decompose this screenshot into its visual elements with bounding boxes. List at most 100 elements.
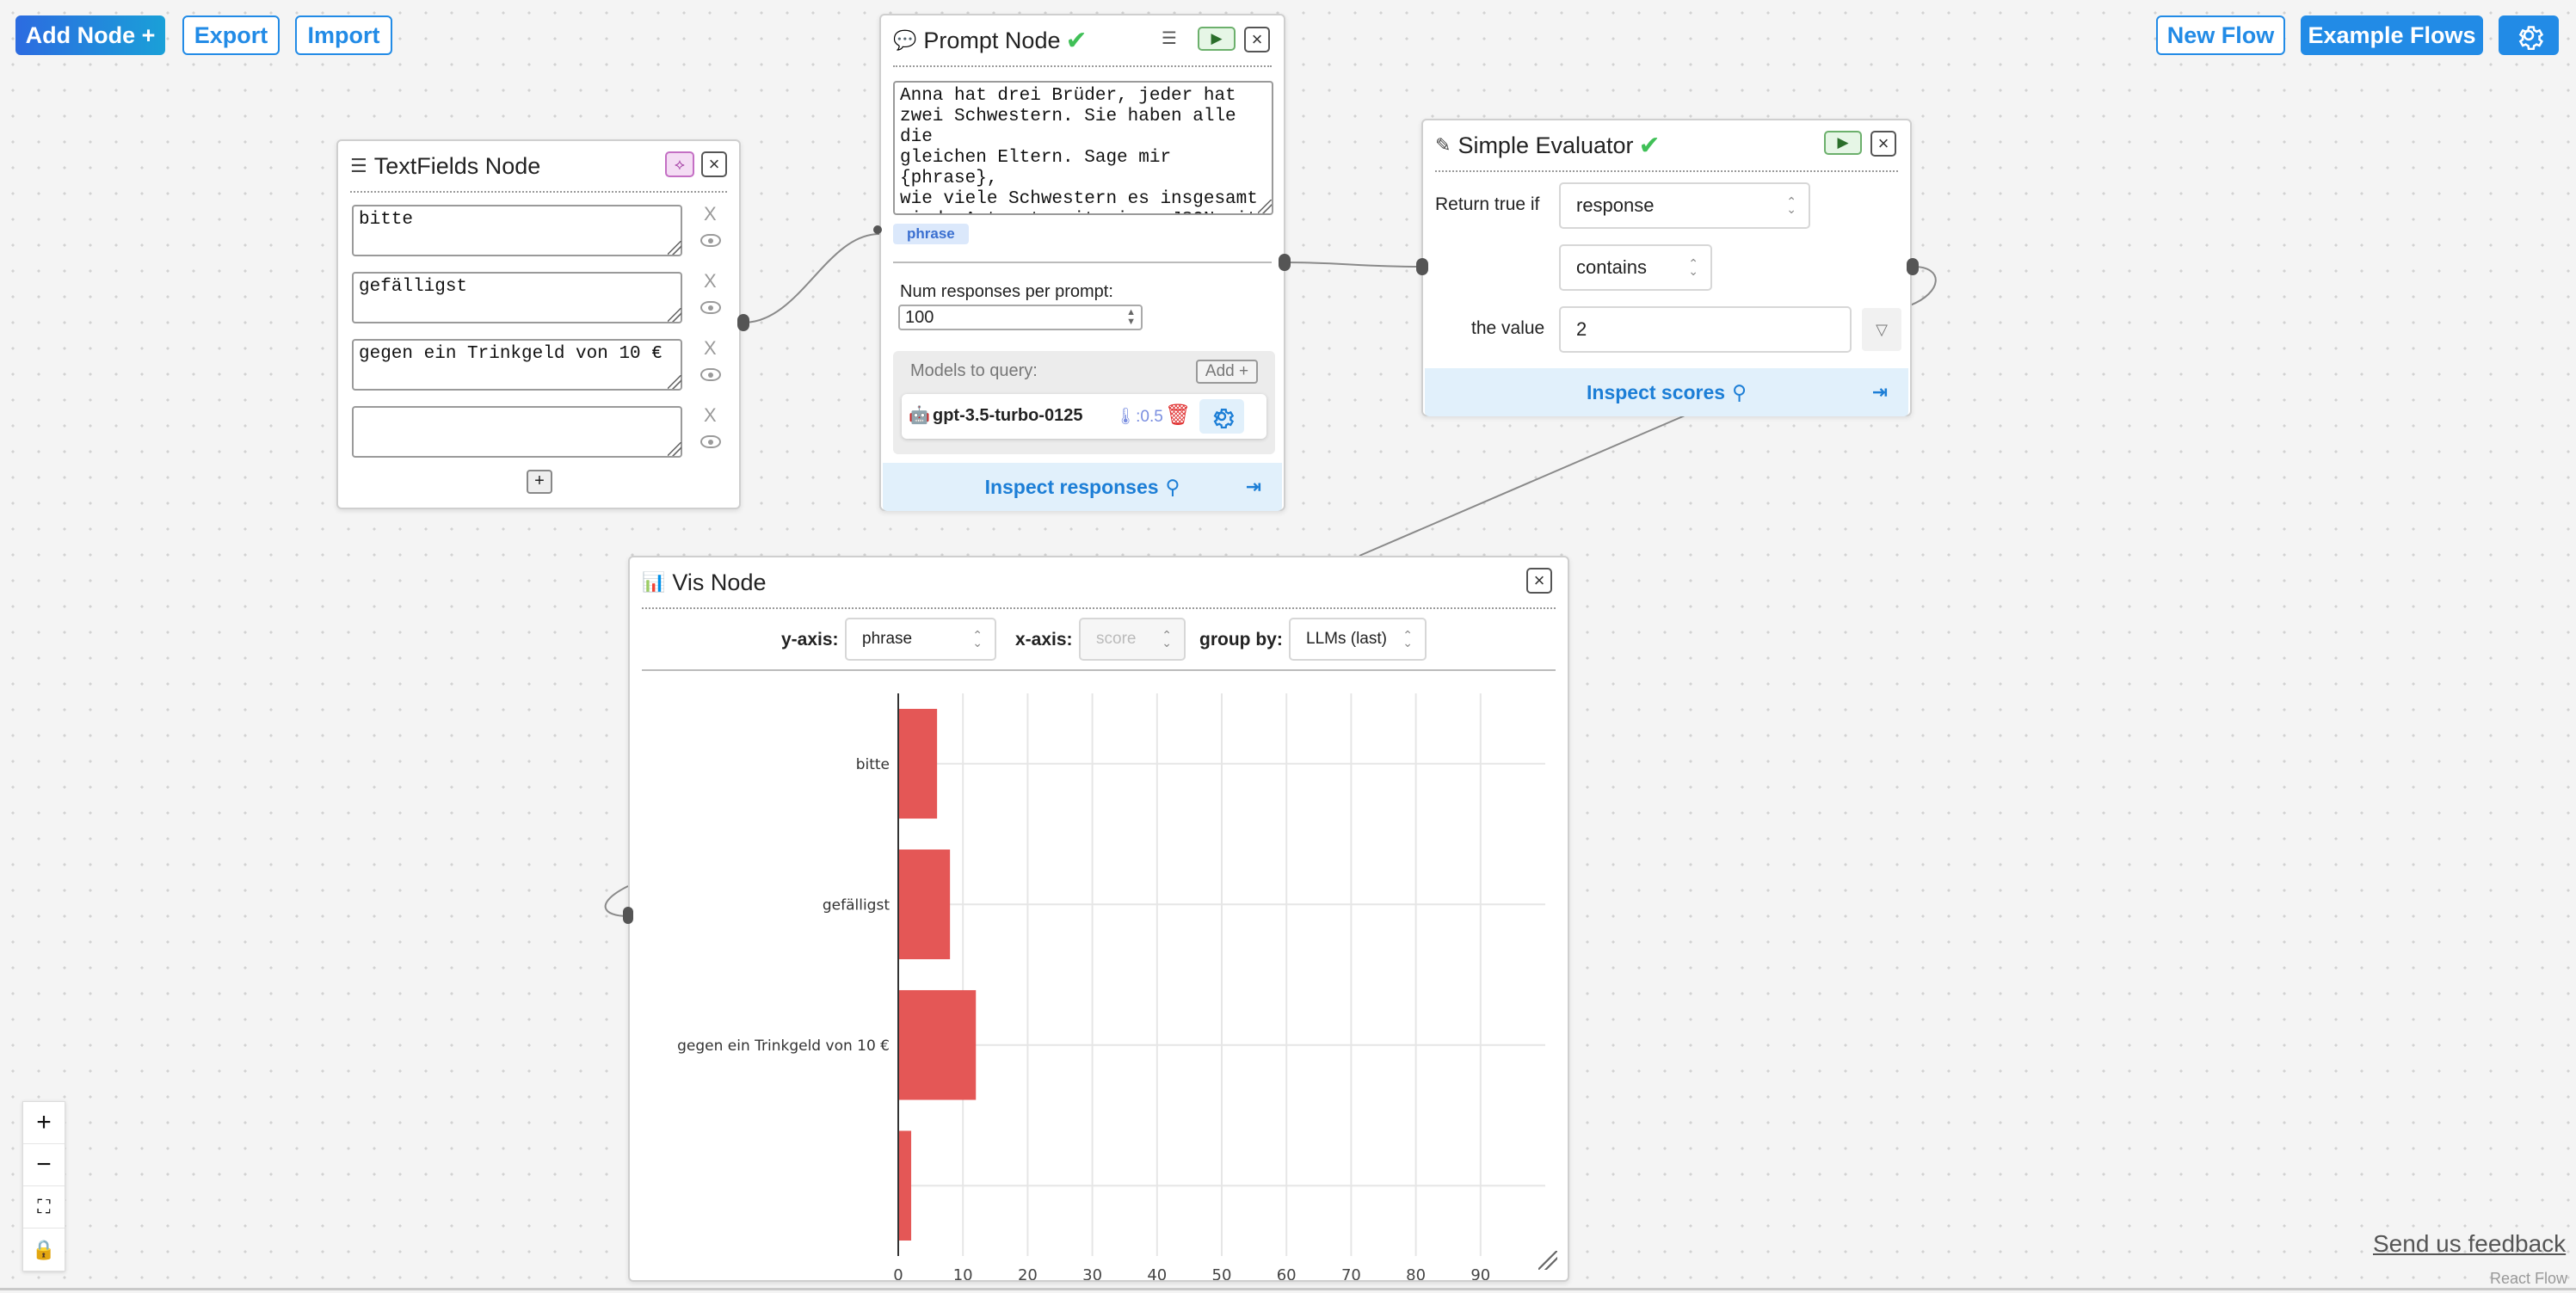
- flow-canvas[interactable]: Add Node + Export Import New Flow Exampl…: [0, 0, 2576, 1293]
- model-temperature: 🌡:0.5: [1115, 408, 1163, 426]
- prompt-output-handle[interactable]: [1279, 254, 1291, 271]
- import-button[interactable]: Import: [295, 15, 392, 55]
- resize-grip[interactable]: [668, 308, 681, 322]
- template-var-badge: phrase: [893, 224, 969, 244]
- fit-view-button[interactable]: ⛶: [23, 1186, 65, 1228]
- inspect-scores-bar[interactable]: Inspect scores ⚲ ⇥: [1425, 368, 1908, 416]
- zoom-in-button[interactable]: +: [23, 1102, 65, 1144]
- eye-icon[interactable]: [700, 234, 721, 247]
- y-axis-select[interactable]: phrase ⌃ ⌄: [845, 618, 996, 661]
- group-by-label: group by:: [1199, 630, 1283, 650]
- remove-field-3-button[interactable]: X: [704, 337, 717, 360]
- settings-button[interactable]: [2499, 15, 2559, 55]
- evaluator-input-handle[interactable]: [1416, 258, 1428, 275]
- vis-input-handle[interactable]: [623, 907, 633, 924]
- bottom-rule: [0, 1288, 2576, 1290]
- split-button[interactable]: ⟡: [665, 151, 694, 177]
- prompt-input-handle[interactable]: [873, 225, 882, 234]
- inspect-responses-bar[interactable]: Inspect responses ⚲ ⇥: [883, 463, 1282, 511]
- node-title: TextFields Node: [373, 152, 541, 179]
- remove-field-2-button[interactable]: X: [704, 270, 717, 292]
- resize-grip[interactable]: [1258, 200, 1272, 213]
- play-icon: ▶: [1837, 134, 1849, 151]
- value-text: 2: [1576, 318, 1587, 340]
- lock-button[interactable]: 🔒: [23, 1228, 65, 1271]
- text-field-1[interactable]: bitte: [352, 205, 682, 256]
- node-title: Simple Evaluator: [1457, 132, 1634, 158]
- x-tick-label: 70: [1341, 1266, 1361, 1280]
- pencil-icon: ✎: [1435, 134, 1451, 156]
- inspect-scores-label: Inspect scores: [1587, 380, 1726, 403]
- bar-chart: bitte gefälligst gegen ein Trinkgeld von 1…: [677, 693, 1545, 1280]
- bar: [898, 708, 938, 819]
- open-external-icon[interactable]: ⇥: [1872, 381, 1888, 403]
- eye-icon[interactable]: [700, 435, 721, 448]
- export-button[interactable]: Export: [182, 15, 280, 55]
- textfields-icon: ☰: [350, 155, 367, 176]
- evaluator-output-handle[interactable]: [1907, 258, 1919, 275]
- stepper-icon[interactable]: ▲ ▼: [1126, 308, 1136, 327]
- add-field-button[interactable]: +: [527, 470, 552, 494]
- inspect-responses-label: Inspect responses: [984, 475, 1159, 498]
- list-icon[interactable]: ☰: [1162, 28, 1177, 49]
- resize-grip[interactable]: [668, 375, 681, 389]
- status-check-icon: ✔: [1065, 26, 1088, 55]
- resize-grip[interactable]: [668, 442, 681, 456]
- value-dropdown-button[interactable]: ▽: [1862, 308, 1901, 351]
- model-item[interactable]: 🤖 gpt-3.5-turbo-0125 🌡:0.5 🗑: [902, 394, 1266, 439]
- group-by-value: LLMs (last): [1306, 630, 1387, 648]
- resize-grip[interactable]: [668, 241, 681, 255]
- remove-field-1-button[interactable]: X: [704, 203, 717, 225]
- x-tick-label: 90: [1470, 1266, 1490, 1280]
- vis-node-header[interactable]: 📊 Vis Node: [642, 557, 1556, 609]
- close-button[interactable]: ×: [1870, 131, 1896, 157]
- add-node-button[interactable]: Add Node +: [15, 15, 165, 55]
- target-select[interactable]: response ⌃ ⌄: [1559, 182, 1810, 229]
- model-settings-button[interactable]: [1199, 399, 1244, 434]
- bar: [898, 989, 977, 1100]
- value-input[interactable]: 2: [1559, 306, 1852, 353]
- x-axis-select[interactable]: score ⌃ ⌄: [1079, 618, 1186, 661]
- close-button[interactable]: ×: [1244, 27, 1270, 52]
- operator-select[interactable]: contains ⌃ ⌄: [1559, 244, 1712, 291]
- text-field-4[interactable]: [352, 406, 682, 458]
- text-field-3[interactable]: gegen ein Trinkgeld von 10 €: [352, 339, 682, 391]
- vis-node[interactable]: 📊 Vis Node × y-axis: phrase ⌃ ⌄ x-axis: s…: [628, 556, 1569, 1282]
- textfields-output-handle[interactable]: [737, 314, 749, 331]
- y-tick-label: gegen ein Trinkgeld von 10 €: [677, 1037, 890, 1055]
- target-value: response: [1576, 194, 1655, 216]
- split-icon: ⟡: [675, 156, 685, 173]
- x-tick-label: 60: [1277, 1266, 1297, 1280]
- open-external-icon[interactable]: ⇥: [1246, 476, 1261, 498]
- num-responses-value: 100: [905, 308, 934, 327]
- num-responses-input[interactable]: 100 ▲ ▼: [898, 305, 1143, 330]
- prompt-textarea[interactable]: Anna hat drei Brüder, jeder hat zwei Sch…: [893, 81, 1273, 215]
- chevron-updown-icon: ⌃ ⌄: [972, 628, 983, 650]
- example-flows-button[interactable]: Example Flows: [2301, 15, 2483, 55]
- add-model-button[interactable]: Add +: [1196, 360, 1258, 384]
- simple-evaluator-node[interactable]: ✎ Simple Evaluator ✔ ▶ × Return true if …: [1421, 119, 1912, 416]
- close-button[interactable]: ×: [701, 151, 727, 177]
- x-axis-label: x-axis:: [1015, 630, 1073, 650]
- send-feedback-link[interactable]: Send us feedback: [2373, 1230, 2566, 1258]
- play-icon: ▶: [1211, 30, 1223, 46]
- run-button[interactable]: ▶: [1198, 27, 1236, 51]
- resize-grip[interactable]: [1538, 1251, 1557, 1270]
- trash-icon[interactable]: 🗑: [1165, 403, 1191, 428]
- textfields-node[interactable]: ☰ TextFields Node ⟡ × bitte X gefälligst…: [336, 139, 741, 509]
- close-button[interactable]: ×: [1526, 568, 1552, 594]
- chevron-updown-icon: ⌃ ⌄: [1688, 256, 1698, 278]
- text-field-2[interactable]: gefälligst: [352, 272, 682, 323]
- prompt-node[interactable]: 💬 Prompt Node ✔ ☰ ▶ × Anna hat drei Brüd…: [879, 14, 1285, 511]
- run-button[interactable]: ▶: [1824, 131, 1862, 155]
- remove-field-4-button[interactable]: X: [704, 404, 717, 427]
- zoom-controls: + − ⛶ 🔒: [22, 1101, 65, 1271]
- chevron-down-icon: ▽: [1876, 321, 1888, 338]
- models-panel: Models to query: Add + 🤖 gpt-3.5-turbo-0…: [893, 351, 1275, 454]
- zoom-out-button[interactable]: −: [23, 1144, 65, 1186]
- eye-icon[interactable]: [700, 368, 721, 381]
- group-by-select[interactable]: LLMs (last) ⌃ ⌄: [1289, 618, 1427, 661]
- react-flow-attribution[interactable]: React Flow: [2490, 1270, 2567, 1288]
- eye-icon[interactable]: [700, 301, 721, 314]
- new-flow-button[interactable]: New Flow: [2156, 15, 2285, 55]
